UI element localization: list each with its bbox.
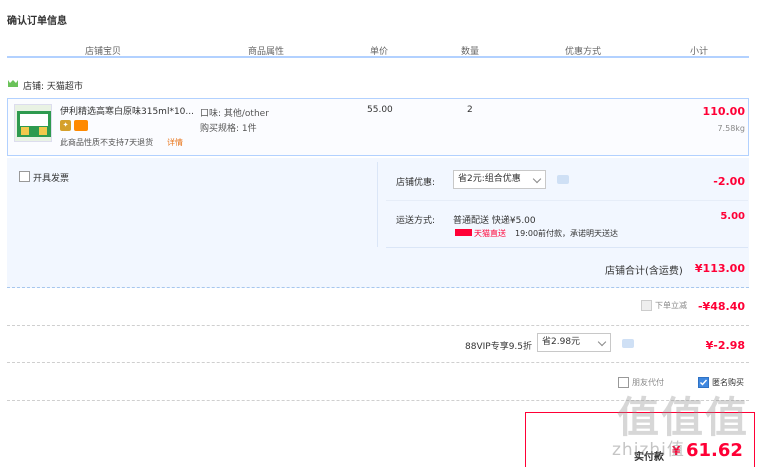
unit-price: 55.00 (367, 105, 393, 115)
section-divider-bottom (386, 247, 748, 248)
delivery-eta: 19:00前付款，承诺明天送达 (515, 229, 619, 238)
shipping-label: 运送方式: (396, 216, 436, 226)
instant-discount-checkbox (641, 300, 652, 311)
quality-badge-icon: ✦ (60, 120, 71, 131)
store-discount-label: 店铺优惠: (396, 178, 436, 188)
vip-label: 88VIP专享9.5折 (465, 342, 533, 352)
quantity: 2 (467, 105, 473, 115)
chevron-down-icon (532, 174, 542, 184)
item-subtotal: 110.00 (702, 105, 745, 118)
watermark-url: zhizhi值 (612, 440, 685, 460)
product-spec: 购买规格: 1件 (200, 124, 257, 134)
store-discount-amount: -2.00 (713, 175, 745, 188)
vip-amount: ¥-2.98 (705, 339, 745, 352)
shop-icon (8, 80, 18, 87)
product-flavor: 口味: 其他/other (200, 109, 269, 119)
store-discount-selected: 省2元:组合优惠 (458, 174, 521, 184)
item-weight: 7.58kg (717, 124, 745, 133)
card-badge-icon (74, 120, 88, 131)
product-name[interactable]: 伊利精选高寒白原味315ml*10... (60, 104, 200, 117)
chevron-down-icon (597, 337, 607, 347)
message-icon[interactable] (557, 175, 569, 184)
product-thumbnail[interactable] (14, 104, 52, 142)
carrier-name: 天猫直送 (474, 229, 506, 238)
invoice-checkbox[interactable] (19, 171, 30, 182)
divider (7, 362, 749, 363)
shipping-method: 普通配送 快递¥5.00 (453, 216, 536, 226)
return-notice: 此商品性质不支持7天退货 (60, 138, 154, 147)
shop-total-label: 店铺合计(含运费) (605, 266, 683, 277)
shipping-amount: 5.00 (720, 211, 745, 222)
divider (7, 325, 749, 326)
vip-discount-select[interactable]: 省2.98元 (537, 333, 611, 352)
shop-total-amount: ¥113.00 (694, 262, 745, 275)
vip-selected: 省2.98元 (542, 337, 581, 347)
header-divider (7, 56, 749, 58)
shop-name[interactable]: 店铺: 天猫超市 (23, 79, 83, 92)
page-title: 确认订单信息 (7, 16, 67, 27)
section-divider-vertical (377, 162, 378, 247)
tmall-logo-icon (455, 229, 472, 236)
instant-discount-amount: -¥48.40 (697, 300, 745, 313)
message-icon[interactable] (622, 339, 634, 348)
instant-discount-label: 下单立减 (655, 301, 687, 310)
store-discount-select[interactable]: 省2元:组合优惠 (453, 170, 546, 189)
invoice-label: 开具发票 (33, 174, 70, 184)
detail-link[interactable]: 详情 (167, 137, 183, 148)
section-divider-mid (386, 200, 748, 201)
